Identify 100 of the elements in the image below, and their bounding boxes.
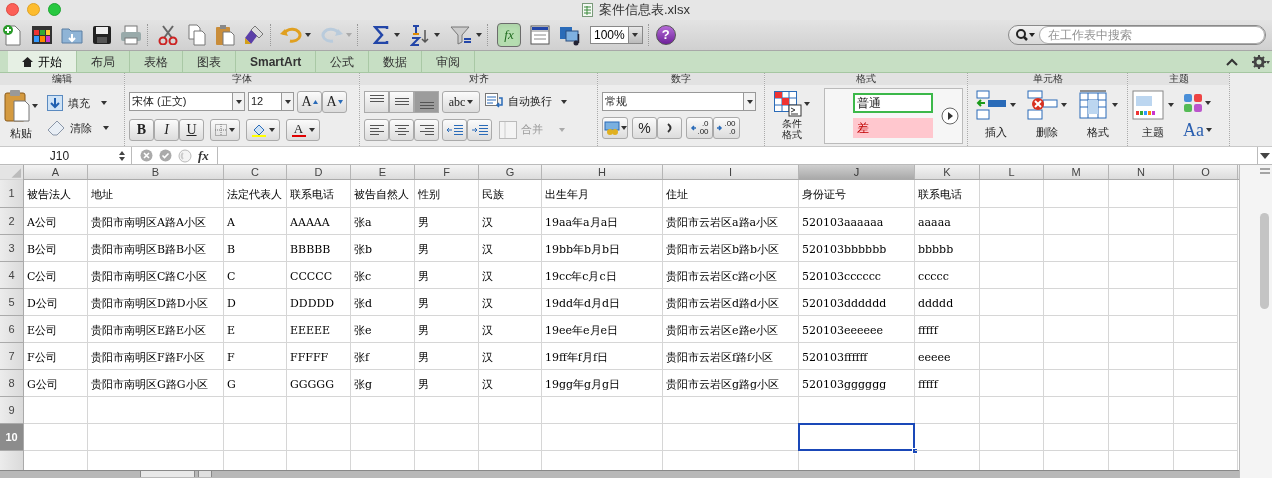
grow-font-button[interactable]: A xyxy=(297,90,322,113)
sum-icon[interactable] xyxy=(373,26,389,44)
vertical-align-button[interactable] xyxy=(364,90,389,113)
paste-label[interactable]: 粘贴 xyxy=(10,125,32,142)
sheet-tab-bar[interactable] xyxy=(0,470,1239,478)
column-header[interactable]: B xyxy=(88,165,224,179)
scrollbar-thumb[interactable] xyxy=(1260,213,1269,309)
conditional-formatting-icon[interactable] xyxy=(773,91,802,117)
caret-icon[interactable] xyxy=(746,99,753,104)
ribbon-tab[interactable]: 数据 xyxy=(369,51,423,72)
column-header[interactable]: F xyxy=(415,165,479,179)
insert-cells-icon[interactable] xyxy=(976,90,1008,121)
ribbon-tab[interactable]: SmartArt xyxy=(236,51,317,72)
name-box[interactable]: J10 xyxy=(0,147,132,164)
expand-icon[interactable] xyxy=(1260,152,1270,159)
help-button[interactable]: ? xyxy=(655,25,676,45)
caret-icon[interactable] xyxy=(235,99,242,104)
row-header[interactable]: 1 xyxy=(0,180,24,208)
orientation-button[interactable]: abc xyxy=(442,90,480,113)
decrease-decimal-button[interactable]: .00 .0 xyxy=(713,117,740,139)
column-header[interactable]: O xyxy=(1174,165,1238,179)
caret-icon[interactable] xyxy=(1010,103,1016,108)
column-header[interactable]: K xyxy=(915,165,980,179)
caret-icon[interactable] xyxy=(434,33,440,37)
column-header[interactable]: A xyxy=(24,165,88,179)
cell-style[interactable]: 差 xyxy=(852,118,933,138)
ribbon-tab[interactable]: 公式 xyxy=(316,51,370,72)
eraser-icon[interactable] xyxy=(47,119,65,136)
format-cells-icon[interactable] xyxy=(1078,90,1110,121)
sheet-tab[interactable] xyxy=(140,471,195,477)
caret-icon[interactable] xyxy=(268,127,275,132)
number-format-dropdown[interactable]: 常规 xyxy=(602,92,756,111)
caret-icon[interactable] xyxy=(103,125,109,130)
close-icon[interactable] xyxy=(6,3,19,16)
conditional-formatting-label[interactable]: 条件格式 xyxy=(780,118,803,140)
ribbon-tab[interactable]: 图表 xyxy=(183,51,236,72)
currency-button[interactable] xyxy=(602,117,628,139)
stepper-icon[interactable] xyxy=(119,150,125,161)
theme-fonts-button[interactable]: Aa xyxy=(1183,120,1204,139)
settings-icon[interactable] xyxy=(1252,54,1270,69)
row-header[interactable]: 6 xyxy=(0,316,24,343)
column-header[interactable]: E xyxy=(351,165,415,179)
formula-builder-button[interactable]: fx xyxy=(497,23,521,47)
bold-button[interactable]: B xyxy=(129,118,154,141)
toolbox-icon[interactable] xyxy=(530,25,550,45)
theme-colors-icon[interactable] xyxy=(1183,92,1203,113)
ribbon-tab[interactable]: 表格 xyxy=(130,51,183,72)
column-header[interactable]: G xyxy=(479,165,542,179)
column-header[interactable]: N xyxy=(1109,165,1174,179)
folder-icon[interactable] xyxy=(61,25,83,45)
comma-style-button[interactable] xyxy=(657,117,682,139)
row-header[interactable]: 7 xyxy=(0,343,24,370)
row-header[interactable]: 4 xyxy=(0,262,24,289)
row-header[interactable]: 8 xyxy=(0,370,24,397)
cut-icon[interactable] xyxy=(157,25,179,45)
format-cells-button[interactable]: 格式 xyxy=(1087,124,1109,141)
caret-icon[interactable] xyxy=(632,33,639,37)
media-browser-icon[interactable] xyxy=(558,24,582,46)
cell-styles-gallery[interactable]: 普通 差 xyxy=(823,87,963,144)
ribbon-tab[interactable]: 布局 xyxy=(77,51,130,72)
caret-icon[interactable] xyxy=(620,126,627,130)
decrease-indent-button[interactable] xyxy=(442,118,467,141)
column-header[interactable]: J xyxy=(799,165,915,179)
caret-icon[interactable] xyxy=(1061,103,1067,108)
column-header[interactable]: M xyxy=(1044,165,1109,179)
fill-down-icon[interactable] xyxy=(47,95,63,112)
themes-button[interactable]: 主题 xyxy=(1142,124,1164,141)
active-cell-border[interactable] xyxy=(798,423,915,451)
caret-icon[interactable] xyxy=(305,33,311,37)
themes-gallery-icon[interactable] xyxy=(1132,90,1166,121)
row-header[interactable]: 5 xyxy=(0,289,24,316)
search-icon[interactable] xyxy=(1014,29,1036,41)
delete-button[interactable]: 删除 xyxy=(1036,124,1058,141)
horizontal-align-button[interactable] xyxy=(389,118,414,141)
caret-icon[interactable] xyxy=(32,104,38,109)
paste-icon[interactable] xyxy=(4,89,30,124)
font-size-dropdown[interactable]: 12 xyxy=(248,92,294,111)
collapse-ribbon-icon[interactable] xyxy=(1226,57,1238,66)
copy-icon[interactable] xyxy=(187,24,207,46)
column-header[interactable]: D xyxy=(287,165,351,179)
delete-cells-icon[interactable] xyxy=(1027,90,1059,121)
row-header[interactable]: 2 xyxy=(0,208,24,235)
italic-button[interactable]: I xyxy=(154,118,179,141)
caret-icon[interactable] xyxy=(1112,103,1118,108)
filter-icon[interactable] xyxy=(450,25,472,45)
search-field[interactable]: 在工作表中搜索 xyxy=(1008,25,1266,45)
cell-style[interactable]: 普通 xyxy=(852,93,933,113)
horizontal-align-button[interactable] xyxy=(414,118,439,141)
fill-color-button[interactable] xyxy=(246,118,280,141)
column-header[interactable]: H xyxy=(542,165,663,179)
save-icon[interactable] xyxy=(92,25,112,45)
percent-button[interactable]: % xyxy=(632,117,657,139)
font-name-dropdown[interactable]: 宋体 (正文) xyxy=(129,92,245,111)
caret-icon[interactable] xyxy=(308,127,315,132)
new-document-icon[interactable] xyxy=(2,24,22,46)
insert-button[interactable]: 插入 xyxy=(985,124,1007,141)
fill-handle[interactable] xyxy=(912,448,918,454)
increase-decimal-button[interactable]: .0 .00 xyxy=(686,117,713,139)
caret-icon[interactable] xyxy=(1168,103,1174,108)
caret-icon[interactable] xyxy=(101,101,107,106)
